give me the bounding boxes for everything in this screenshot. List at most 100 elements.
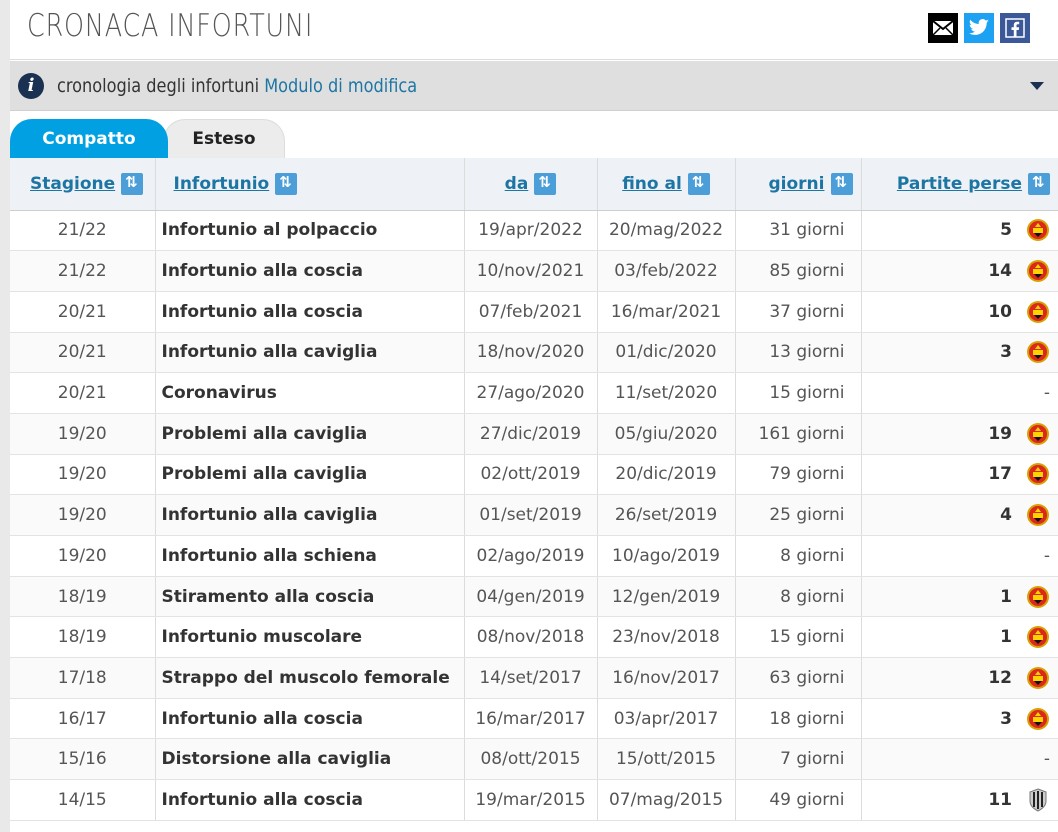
to-date-cell: 03/apr/2017 xyxy=(597,698,736,740)
season-cell: 19/20 xyxy=(10,535,156,577)
to-date-cell: 07/mag/2015 xyxy=(597,779,736,821)
games-missed-cell: 1 xyxy=(861,576,1058,618)
season-cell: 19/20 xyxy=(10,494,156,536)
manchester-united-crest-icon[interactable] xyxy=(1026,625,1050,649)
from-date-cell: 27/dic/2019 xyxy=(464,413,598,455)
injury-cell: Infortunio muscolare xyxy=(155,616,465,659)
to-date-cell: 16/nov/2017 xyxy=(597,657,736,699)
table-row: 20/21 Coronavirus 27/ago/2020 11/set/2020 15… xyxy=(10,372,1058,414)
table-row: 18/19 Infortunio muscolare 08/nov/2018 23/n… xyxy=(10,616,1058,659)
games-missed-count: 5 xyxy=(1000,220,1012,241)
manchester-united-crest-icon[interactable] xyxy=(1026,707,1050,731)
column-header-games-missed[interactable]: Partite perse xyxy=(861,158,1058,211)
tab-compatto[interactable]: Compatto xyxy=(10,119,168,158)
injury-cell: Infortunio alla coscia xyxy=(155,250,465,292)
season-cell: 20/21 xyxy=(10,332,156,374)
games-missed-cell: - xyxy=(861,535,1058,577)
juventus-crest-icon[interactable] xyxy=(1026,788,1050,812)
to-date-cell: 15/ott/2015 xyxy=(597,738,736,781)
injury-table: Stagione Infortunio da fino al giorni Pa… xyxy=(10,158,1058,821)
column-header-injury[interactable]: Infortunio xyxy=(155,158,465,211)
days-cell: 13 giorni xyxy=(735,332,862,374)
edit-form-link[interactable]: Modulo di modifica xyxy=(264,75,417,97)
from-date-cell: 01/set/2019 xyxy=(464,494,598,536)
injury-cell: Infortunio alla coscia xyxy=(155,291,465,333)
from-date-cell: 19/mar/2015 xyxy=(464,779,598,821)
manchester-united-crest-icon[interactable] xyxy=(1026,666,1050,690)
sort-icon[interactable] xyxy=(687,172,710,195)
to-date-cell: 01/dic/2020 xyxy=(597,332,736,374)
facebook-f-icon xyxy=(1005,18,1025,38)
days-cell: 79 giorni xyxy=(735,454,862,496)
games-missed-count: - xyxy=(1043,545,1050,566)
column-header-days[interactable]: giorni xyxy=(735,158,862,211)
season-cell: 21/22 xyxy=(10,250,156,292)
manchester-united-crest-icon[interactable] xyxy=(1026,259,1050,283)
column-header-from[interactable]: da xyxy=(464,158,598,211)
from-date-cell: 18/nov/2020 xyxy=(464,332,598,374)
days-cell: 15 giorni xyxy=(735,616,862,659)
table-row: 21/22 Infortunio al polpaccio 19/apr/2022 2… xyxy=(10,210,1058,252)
season-cell: 19/20 xyxy=(10,454,156,496)
season-cell: 17/18 xyxy=(10,657,156,699)
season-cell: 18/19 xyxy=(10,576,156,618)
days-cell: 63 giorni xyxy=(735,657,862,699)
table-row: 20/21 Infortunio alla coscia 07/feb/2021 16… xyxy=(10,291,1058,333)
injury-table-container: Stagione Infortunio da fino al giorni Pa… xyxy=(10,158,1058,821)
sort-icon[interactable] xyxy=(830,172,853,195)
injury-history-card: CRONACA INFORTUNI i cronologia degli inf… xyxy=(10,0,1058,832)
column-header-to[interactable]: fino al xyxy=(597,158,736,211)
facebook-share-button[interactable] xyxy=(1000,13,1030,43)
sort-icon[interactable] xyxy=(275,172,298,195)
to-date-cell: 20/dic/2019 xyxy=(597,454,736,496)
injury-cell: Infortunio alla coscia xyxy=(155,779,465,821)
games-missed-cell: 19 xyxy=(861,413,1058,455)
info-bar[interactable]: i cronologia degli infortuni Modulo di m… xyxy=(10,61,1058,111)
season-cell: 18/19 xyxy=(10,616,156,659)
games-missed-cell: 14 xyxy=(861,250,1058,292)
table-row: 17/18 Strappo del muscolo femorale 14/set/… xyxy=(10,657,1058,699)
to-date-cell: 05/giu/2020 xyxy=(597,413,736,455)
manchester-united-crest-icon[interactable] xyxy=(1026,585,1050,609)
games-missed-count: 1 xyxy=(1000,627,1012,648)
table-row: 21/22 Infortunio alla coscia 10/nov/2021 03… xyxy=(10,250,1058,292)
to-date-cell: 10/ago/2019 xyxy=(597,535,736,577)
column-header-season[interactable]: Stagione xyxy=(10,158,156,211)
manchester-united-crest-icon[interactable] xyxy=(1026,340,1050,364)
games-missed-cell: - xyxy=(861,372,1058,414)
envelope-icon xyxy=(932,20,954,36)
to-date-cell: 20/mag/2022 xyxy=(597,210,736,252)
sort-icon[interactable] xyxy=(1028,172,1050,195)
to-date-cell: 11/set/2020 xyxy=(597,372,736,414)
manchester-united-crest-icon[interactable] xyxy=(1026,218,1050,242)
from-date-cell: 14/set/2017 xyxy=(464,657,598,699)
manchester-united-crest-icon[interactable] xyxy=(1026,503,1050,527)
from-date-cell: 02/ago/2019 xyxy=(464,535,598,577)
days-cell: 49 giorni xyxy=(735,779,862,821)
games-missed-cell: 12 xyxy=(861,657,1058,699)
twitter-share-button[interactable] xyxy=(964,13,994,43)
games-missed-cell: 1 xyxy=(861,616,1058,659)
sort-icon[interactable] xyxy=(121,172,144,195)
injury-cell: Infortunio alla schiena xyxy=(155,535,465,577)
season-cell: 20/21 xyxy=(10,372,156,414)
games-missed-count: 1 xyxy=(1000,586,1012,607)
injury-cell: Problemi alla caviglia xyxy=(155,454,465,496)
injury-cell: Distorsione alla caviglia xyxy=(155,738,465,781)
tab-esteso[interactable]: Esteso xyxy=(163,119,285,158)
from-date-cell: 27/ago/2020 xyxy=(464,372,598,414)
sort-icon[interactable] xyxy=(534,172,557,195)
table-row: 15/16 Distorsione alla caviglia 08/ott/201… xyxy=(10,738,1058,781)
email-share-button[interactable] xyxy=(928,13,958,43)
table-row: 14/15 Infortunio alla coscia 19/mar/2015 07… xyxy=(10,779,1058,821)
chevron-down-icon[interactable] xyxy=(1030,82,1044,90)
games-missed-count: - xyxy=(1043,749,1050,770)
from-date-cell: 16/mar/2017 xyxy=(464,698,598,740)
manchester-united-crest-icon[interactable] xyxy=(1026,300,1050,324)
manchester-united-crest-icon[interactable] xyxy=(1026,462,1050,486)
games-missed-cell: - xyxy=(861,738,1058,781)
manchester-united-crest-icon[interactable] xyxy=(1026,422,1050,446)
games-missed-cell: 10 xyxy=(861,291,1058,333)
to-date-cell: 03/feb/2022 xyxy=(597,250,736,292)
info-text: cronologia degli infortuni Modulo di mod… xyxy=(57,75,417,97)
